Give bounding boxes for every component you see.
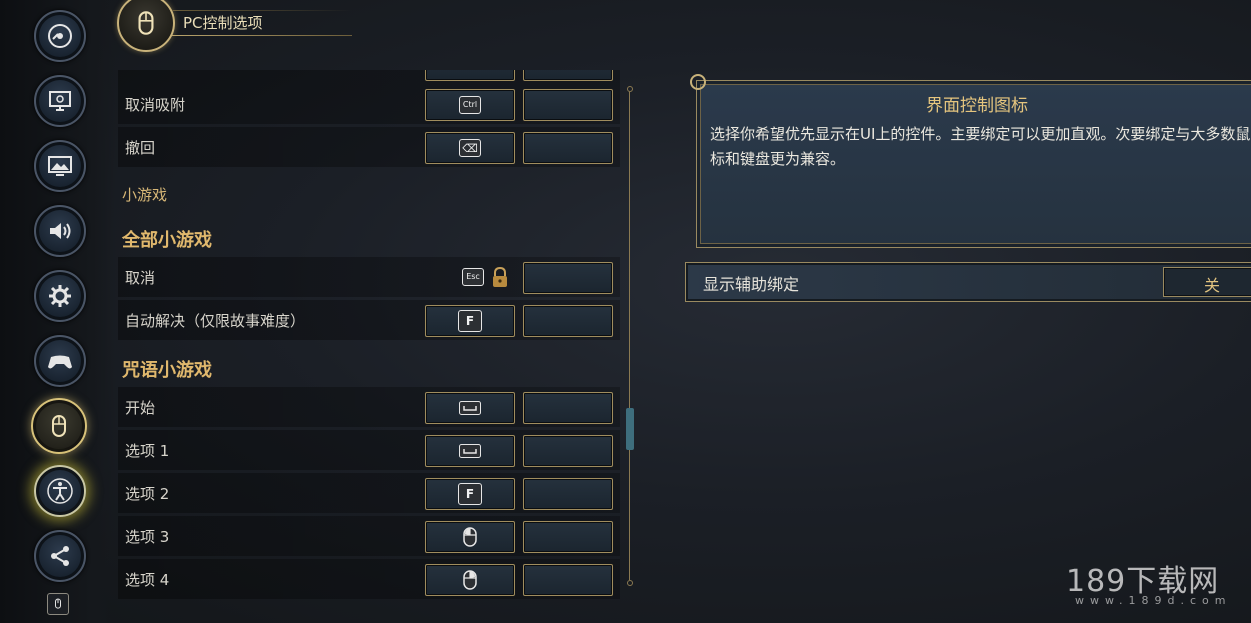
scrollbar[interactable]	[626, 86, 634, 586]
primary-binding[interactable]: ⌫	[425, 132, 515, 164]
gamepad-icon	[48, 355, 72, 369]
secondary-binding[interactable]	[523, 564, 613, 596]
binding-label: 撤回	[125, 139, 156, 157]
watermark-url: www.189d.com	[1075, 594, 1232, 607]
toggle-value: 关	[1203, 276, 1220, 295]
speaker-icon	[50, 223, 71, 239]
secondary-binding[interactable]	[523, 262, 613, 294]
backspace-key-icon: ⌫	[459, 139, 481, 157]
binding-row-start[interactable]: 开始	[118, 387, 620, 427]
secondary-binding[interactable]	[523, 70, 613, 81]
primary-binding[interactable]: F	[425, 305, 515, 337]
sidebar-item-network[interactable]	[34, 530, 86, 582]
header-divider-top	[172, 10, 352, 11]
gear-icon	[49, 285, 71, 307]
esc-key-icon: Esc	[462, 268, 484, 286]
binding-label: 选项 4	[125, 571, 170, 589]
section-subtitle: 小游戏	[122, 186, 168, 204]
table-row[interactable]	[118, 70, 620, 84]
binding-row-option3[interactable]: 选项 3	[118, 516, 620, 556]
binding-label: 开始	[125, 399, 156, 417]
binding-row-option2[interactable]: 选项 2 F	[118, 473, 620, 513]
mouse-left-click-icon	[463, 527, 477, 547]
secondary-binding[interactable]	[523, 89, 613, 121]
binding-label: 选项 1	[125, 442, 170, 460]
binding-label: 选项 3	[125, 528, 170, 546]
sidebar	[0, 0, 116, 623]
lock-icon	[493, 266, 507, 287]
spacebar-icon	[459, 401, 481, 415]
mouse-icon	[138, 11, 154, 35]
f-key-icon: F	[458, 310, 482, 332]
header-divider	[172, 35, 352, 36]
secondary-binding[interactable]	[523, 305, 613, 337]
accessibility-icon	[47, 478, 73, 504]
sidebar-item-controller[interactable]	[34, 335, 86, 387]
disc-icon	[48, 24, 72, 48]
toggle-button[interactable]: 关	[1163, 267, 1251, 297]
mouse-small-icon	[47, 593, 69, 615]
binding-row-undock[interactable]: 取消吸附 Ctrl	[118, 84, 620, 124]
section-heading: 全部小游戏	[122, 230, 212, 251]
page-title: PC控制选项	[183, 14, 263, 32]
secondary-binding[interactable]	[523, 435, 613, 467]
binding-row-option1[interactable]: 选项 1	[118, 430, 620, 470]
picture-icon	[48, 156, 72, 176]
info-title: 界面控制图标	[926, 96, 1028, 116]
primary-binding[interactable]	[425, 70, 515, 81]
mouse-icon	[52, 415, 66, 437]
primary-binding[interactable]	[425, 392, 515, 424]
sidebar-item-audio[interactable]	[34, 205, 86, 257]
info-description: 选择你希望优先显示在UI上的控件。主要绑定可以更加直观。次要绑定与大多数鼠标和键…	[710, 125, 1251, 168]
sidebar-item-display[interactable]	[34, 75, 86, 127]
binding-row-undo[interactable]: 撤回 ⌫	[118, 127, 620, 167]
bindings-list[interactable]: 取消吸附 Ctrl 撤回 ⌫ 小游戏 全部小游戏 取消 Esc 自动解决（仅限故…	[118, 70, 620, 610]
sidebar-item-graphics[interactable]	[34, 140, 86, 192]
secondary-binding[interactable]	[523, 132, 613, 164]
primary-binding[interactable]	[425, 435, 515, 467]
sidebar-item-gameplay[interactable]	[34, 270, 86, 322]
setting-label: 显示辅助绑定	[703, 275, 800, 294]
ornament-icon	[690, 74, 706, 90]
section-heading: 咒语小游戏	[122, 360, 212, 381]
primary-binding[interactable]	[425, 521, 515, 553]
sidebar-item-pc-controls[interactable]	[31, 398, 87, 454]
primary-binding[interactable]: F	[425, 478, 515, 510]
primary-binding: Esc	[425, 262, 513, 292]
binding-label: 取消吸附	[125, 96, 186, 114]
binding-row-autosolve[interactable]: 自动解决（仅限故事难度） F	[118, 300, 620, 340]
setting-row-show-secondary[interactable]: 显示辅助绑定 关	[685, 262, 1251, 302]
monitor-icon	[49, 91, 71, 111]
spacebar-icon	[459, 444, 481, 458]
binding-label: 取消	[125, 269, 156, 287]
ctrl-key-icon: Ctrl	[459, 96, 481, 114]
binding-row-cancel[interactable]: 取消 Esc	[118, 257, 620, 297]
scrollbar-thumb[interactable]	[626, 408, 634, 450]
primary-binding[interactable]: Ctrl	[425, 89, 515, 121]
info-panel: 界面控制图标 选择你希望优先显示在UI上的控件。主要绑定可以更加直观。次要绑定与…	[690, 74, 1251, 248]
secondary-binding[interactable]	[523, 478, 613, 510]
sidebar-item-accessibility[interactable]	[34, 465, 86, 517]
binding-label: 选项 2	[125, 485, 170, 503]
secondary-binding[interactable]	[523, 392, 613, 424]
mouse-right-click-icon	[463, 570, 477, 590]
header-emblem	[117, 0, 175, 52]
secondary-binding[interactable]	[523, 521, 613, 553]
f-key-icon: F	[458, 483, 482, 505]
share-icon	[51, 546, 69, 566]
binding-label: 自动解决（仅限故事难度）	[125, 312, 306, 330]
primary-binding[interactable]	[425, 564, 515, 596]
binding-row-option4[interactable]: 选项 4	[118, 559, 620, 599]
sidebar-item-disc[interactable]	[34, 10, 86, 62]
